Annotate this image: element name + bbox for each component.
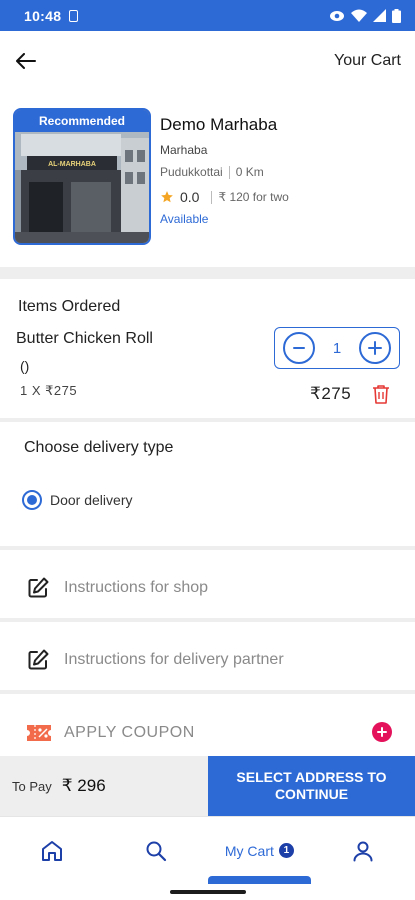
user-icon [353,841,373,861]
delete-item-button[interactable] [372,384,390,404]
edit-icon [28,649,49,670]
plus-icon [368,341,382,355]
price-for-two: ₹ 120 for two [218,190,289,204]
back-button[interactable] [14,49,38,73]
apply-coupon-label: APPLY COUPON [64,724,195,741]
back-arrow-icon [16,53,36,69]
signboard-text: AL-MARHABA [48,161,96,168]
decrease-button[interactable] [283,332,315,364]
home-icon [41,840,62,861]
eye-icon [330,10,344,21]
item-name: Butter Chicken Roll [16,330,153,347]
nav-profile[interactable] [311,817,415,884]
plus-icon [377,727,387,737]
status-bar: 10:48 [0,0,415,31]
partner-instructions-row[interactable]: Instructions for delivery partner [0,625,415,695]
shop-instructions-row[interactable]: Instructions for shop [0,553,415,623]
shop-distance: 0 Km [235,165,264,179]
sim-icon [69,9,79,22]
signal-icon [373,9,386,22]
shop-subtitle: Marhaba [160,143,208,157]
cart-count-badge: 1 [278,843,294,858]
quantity-stepper: 1 [274,327,400,369]
status-icons [329,8,401,23]
divider [0,546,415,550]
shop-name: Demo Marhaba [160,115,278,134]
item-qty-price: 1 X ₹275 [20,383,78,398]
my-cart-label: My Cart [224,842,274,859]
status-time: 10:48 [24,7,62,24]
search-icon [146,841,166,861]
minus-icon [293,347,305,349]
divider [0,690,415,694]
nav-my-cart[interactable]: My Cart 1 [208,817,312,884]
shop-location-row: Pudukkottai 0 Km [160,165,264,179]
door-delivery-option[interactable]: Door delivery [22,490,132,510]
page-title: Your Cart [334,52,401,69]
to-pay-section: To Pay ₹ 296 [0,756,208,816]
quantity-value: 1 [332,339,342,357]
gesture-handle[interactable] [170,890,246,894]
shop-image: Recommended AL-MARHABA [13,108,151,245]
add-coupon-button[interactable] [372,722,392,742]
shop-location: Pudukkottai [160,165,223,179]
app-header: Your Cart [0,31,415,91]
bottom-nav: My Cart 1 [0,816,415,884]
shop-rating: 0.0 [180,189,200,205]
separator [228,165,230,179]
battery-icon [392,8,401,23]
items-ordered-title: Items Ordered [18,298,121,315]
divider [0,618,415,622]
radio-selected-dot [27,495,37,505]
item-variant: () [20,358,30,374]
separator [211,190,213,204]
divider [0,267,415,279]
recommended-badge: Recommended [15,110,149,132]
shop-card[interactable]: Recommended AL-MARHABA Demo Marhaba Marh… [0,105,415,255]
to-pay-amount: ₹ 296 [61,776,106,795]
shop-meta-row: 0.0 ₹ 120 for two [160,189,289,205]
select-address-button[interactable]: SELECT ADDRESS TO CONTINUE [208,756,415,816]
partner-instructions-label: Instructions for delivery partner [64,651,284,668]
nav-home[interactable] [0,817,104,884]
item-total: ₹275 [310,384,352,403]
payment-bar: To Pay ₹ 296 SELECT ADDRESS TO CONTINUE [0,756,415,816]
door-delivery-label: Door delivery [50,492,133,508]
increase-button[interactable] [359,332,391,364]
active-tab-indicator [208,876,311,884]
wifi-icon [351,9,367,22]
coupon-icon [27,725,51,741]
radio-button[interactable] [22,490,42,510]
star-icon [161,191,173,203]
divider [0,418,415,422]
shop-instructions-label: Instructions for shop [64,579,209,596]
edit-icon [28,577,49,598]
to-pay-label: To Pay [12,778,52,794]
nav-search[interactable] [104,817,208,884]
shop-status: Available [160,212,209,226]
apply-coupon-row[interactable]: APPLY COUPON [0,712,415,754]
trash-icon [373,385,389,404]
delivery-type-title: Choose delivery type [24,439,174,456]
